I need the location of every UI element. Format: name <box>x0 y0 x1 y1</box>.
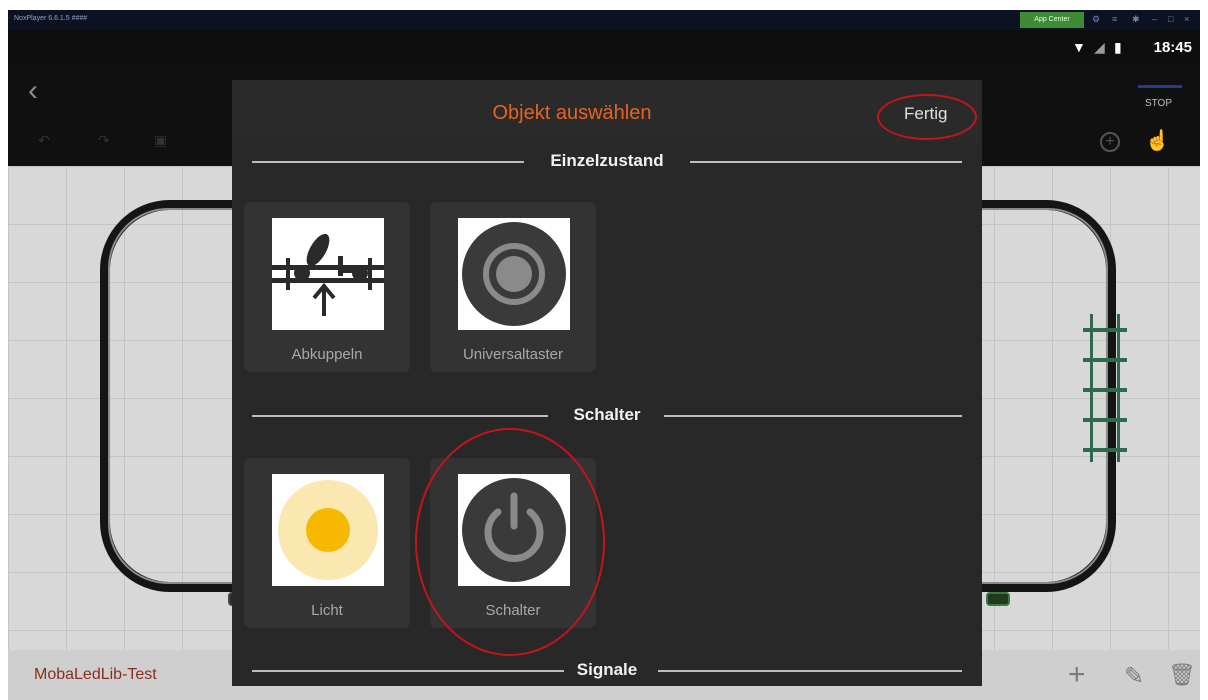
screen: NoxPlayer 6.6.1.5 #### App Center ⚙ ≡ ✱ … <box>0 0 1208 700</box>
signal-icon: ◢ <box>1094 39 1105 55</box>
emulator-titlebar: NoxPlayer 6.6.1.5 #### App Center ⚙ ≡ ✱ … <box>8 10 1200 30</box>
battery-icon: ▮ <box>1114 39 1122 55</box>
section-header-schalter: Schalter <box>252 405 962 427</box>
uncouple-icon <box>272 218 384 330</box>
annotation-circle <box>415 428 605 656</box>
ladder-rung <box>1083 388 1127 392</box>
object-select-dialog: Objekt auswählen Fertig Einzelzustand Ab… <box>232 80 982 686</box>
ladder-rung <box>1083 418 1127 422</box>
android-statusbar: ▼ ◢ ▮ 18:45 <box>8 30 1200 66</box>
stop-button[interactable]: STOP <box>1145 98 1172 109</box>
dialog-header: Objekt auswählen Fertig <box>232 80 982 142</box>
app-center-button[interactable]: App Center <box>1020 12 1084 28</box>
menu-icon[interactable]: ≡ <box>1112 14 1117 24</box>
tile-label: Universaltaster <box>462 346 564 363</box>
divider <box>664 415 962 417</box>
pin-icon[interactable]: ✱ <box>1132 14 1140 25</box>
track-ladder[interactable] <box>1083 314 1127 462</box>
undo-icon[interactable]: ↶ <box>38 132 50 149</box>
edit-icon[interactable]: ✎ <box>1124 662 1144 691</box>
annotation-circle <box>877 94 977 140</box>
ladder-rung <box>1083 328 1127 332</box>
ladder-rung <box>1083 448 1127 452</box>
track-sensor[interactable] <box>986 592 1010 606</box>
hand-pointer-icon[interactable]: ☝ <box>1145 128 1170 153</box>
close-icon[interactable]: × <box>1184 14 1189 24</box>
tile-label: Abkuppeln <box>291 346 363 363</box>
divider <box>690 161 962 163</box>
object-tile-licht[interactable]: Licht <box>244 458 410 628</box>
tile-label: Licht <box>311 602 343 619</box>
layout-name[interactable]: MobaLedLib-Test <box>34 666 157 684</box>
back-arrow-icon[interactable]: ‹ <box>28 74 38 108</box>
divider <box>658 670 962 672</box>
object-tile-universaltaster[interactable]: Universaltaster <box>430 202 596 372</box>
minimize-icon[interactable]: – <box>1152 14 1157 24</box>
save-icon[interactable]: ▣ <box>154 132 167 149</box>
add-circle-icon[interactable]: + <box>1100 132 1120 152</box>
emulator-title: NoxPlayer 6.6.1.5 #### <box>14 15 88 22</box>
add-icon[interactable]: + <box>1068 658 1086 692</box>
maximize-icon[interactable]: □ <box>1168 14 1173 24</box>
section-header-einzelzustand: Einzelzustand <box>252 151 962 173</box>
object-tile-abkuppeln[interactable]: Abkuppeln <box>244 202 410 372</box>
ladder-rung <box>1083 358 1127 362</box>
delete-icon[interactable]: 🗑 <box>1168 662 1196 688</box>
settings-icon[interactable]: ⚙ <box>1092 14 1100 25</box>
universal-button-icon <box>458 218 570 330</box>
stop-indicator-bar <box>1138 85 1182 88</box>
redo-icon[interactable]: ↷ <box>98 132 110 149</box>
dialog-title: Objekt auswählen <box>492 102 652 124</box>
light-icon <box>272 474 384 586</box>
clock: 18:45 <box>1153 39 1192 56</box>
section-header-signale: Signale <box>252 660 962 682</box>
wifi-icon: ▼ <box>1072 39 1086 55</box>
